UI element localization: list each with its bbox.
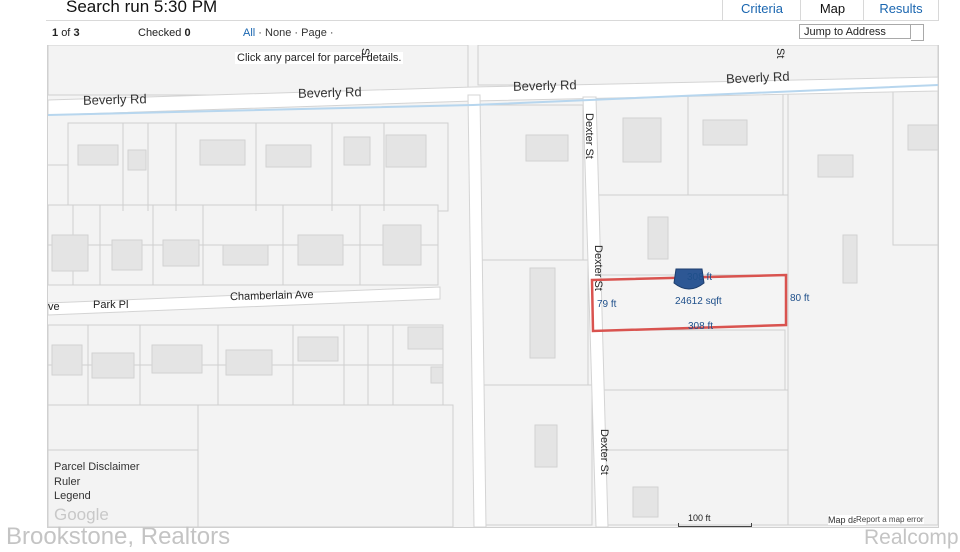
realcomp-watermark: Realcomp	[864, 526, 959, 549]
street-label-dexter: Dexter St	[592, 245, 604, 291]
google-logo: Google	[54, 505, 109, 524]
street-label-beverly: Beverly Rd	[512, 77, 577, 94]
select-page-link[interactable]: Page	[301, 27, 327, 39]
select-none-link[interactable]: None	[265, 27, 291, 39]
result-counter: 1 of 3	[52, 27, 80, 39]
street-label-fragment: ve	[48, 301, 60, 313]
brokerage-watermark: Brookstone, Realtors	[6, 523, 231, 550]
legend-link[interactable]: Legend	[54, 489, 140, 504]
map-controls: Parcel Disclaimer Ruler Legend	[54, 460, 140, 504]
street-label-beverly: Beverly Rd	[725, 68, 790, 87]
parcel-map[interactable]: Click any parcel for parcel details. Bev…	[47, 45, 939, 528]
tab-results[interactable]: Results	[863, 0, 939, 21]
street-label-beverly: Beverly Rd	[82, 91, 147, 108]
parcel-dimension-top: 308 ft	[687, 272, 713, 283]
ruler-link[interactable]: Ruler	[54, 475, 140, 490]
select-all-link[interactable]: All	[243, 27, 255, 39]
street-label-fragment: St	[774, 48, 786, 59]
results-toolbar: 1 of 3 Checked 0 All · None · Page · Jum…	[46, 21, 938, 45]
street-label-dexter: Dexter St	[598, 429, 610, 475]
tab-criteria[interactable]: Criteria	[722, 0, 802, 21]
parcel-dimension-right: 80 ft	[790, 293, 810, 304]
street-label-dexter: Dexter St	[583, 113, 595, 159]
checked-counter: Checked 0	[138, 27, 191, 39]
map-hint: Click any parcel for parcel details.	[235, 52, 404, 64]
street-label-park: Park Pl	[93, 299, 129, 311]
jump-to-address-input[interactable]: Jump to Address	[799, 24, 911, 39]
report-map-error-link[interactable]: Report a map error	[856, 515, 924, 524]
page-title: Search run 5:30 PM	[66, 0, 218, 16]
parcel-dimension-left: 79 ft	[597, 299, 617, 310]
street-label-beverly: Beverly Rd	[297, 84, 362, 101]
parcel-dimension-bottom: 308 ft	[688, 321, 714, 332]
parcel-disclaimer-link[interactable]: Parcel Disclaimer	[54, 460, 140, 475]
street-label-chamberlain: Chamberlain Ave	[229, 288, 314, 304]
scale-bar	[678, 523, 752, 527]
tab-map[interactable]: Map	[800, 0, 865, 21]
scale-label: 100 ft	[688, 513, 711, 523]
map-canvas	[48, 45, 938, 527]
street-label-fragment: St	[359, 48, 371, 59]
select-links: All · None · Page ·	[243, 27, 334, 39]
jump-to-address-button[interactable]	[911, 24, 924, 41]
parcel-area: 24612 sqft	[675, 296, 722, 307]
